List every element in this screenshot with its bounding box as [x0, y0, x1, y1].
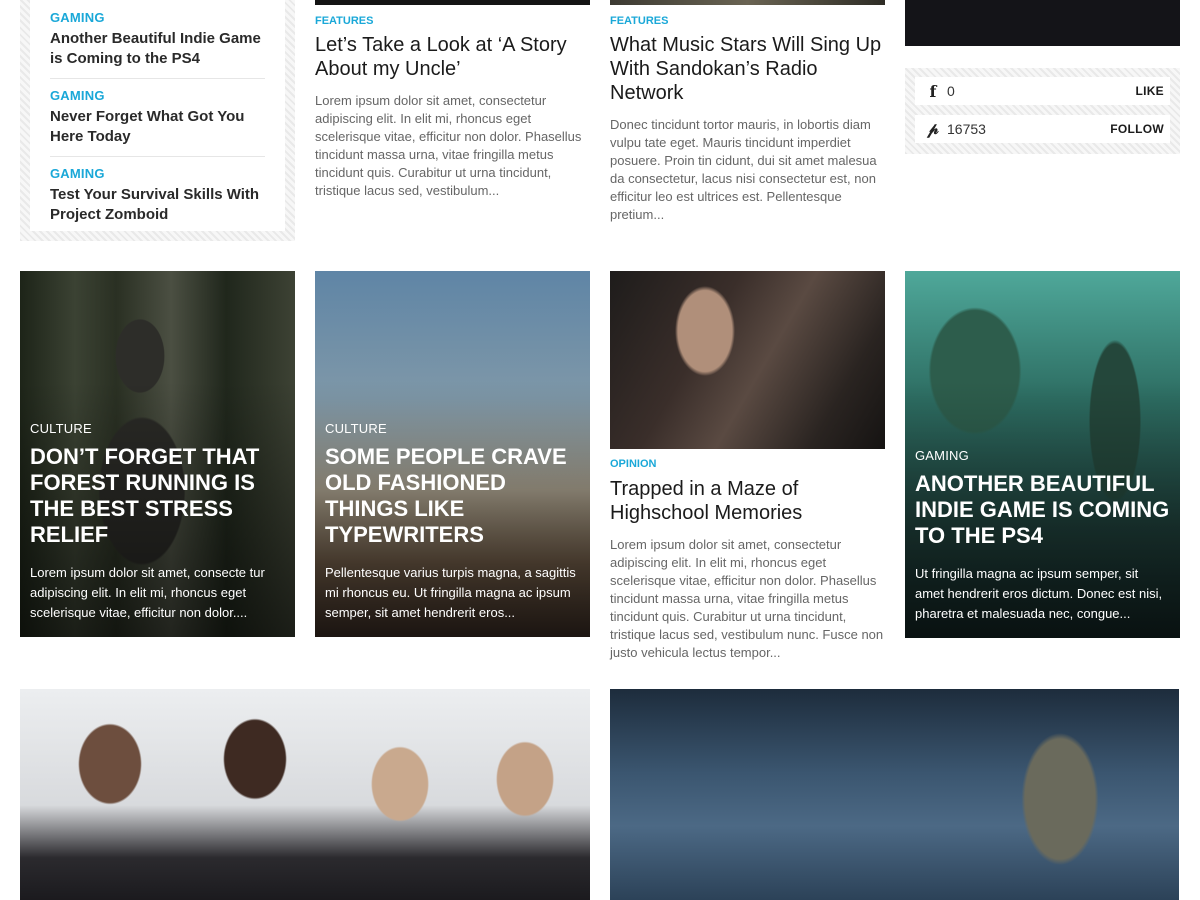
facebook-icon: f — [929, 81, 937, 101]
article-excerpt: Pellentesque varius turpis magna, a sagi… — [325, 565, 576, 620]
article-excerpt: Lorem ipsum dolor sit amet, consectetur … — [610, 537, 884, 660]
category-link[interactable]: GAMING — [915, 448, 1170, 463]
social-counter-widget: f 0 LIKE 𝓅 16753 FOLLOW — [905, 68, 1180, 154]
article-card: FEATURES Let’s Take a Look at ‘A Story A… — [315, 0, 590, 200]
post-title-link[interactable]: Never Forget What Got You Here Today — [50, 108, 244, 145]
article-title-link[interactable]: What Music Stars Will Sing Up With Sando… — [610, 34, 881, 104]
like-button[interactable]: LIKE — [1135, 84, 1164, 98]
article-card: OPINION Trapped in a Maze of Highschool … — [610, 271, 885, 662]
category-link[interactable]: FEATURES — [610, 15, 885, 27]
article-card: FEATURES What Music Stars Will Sing Up W… — [610, 0, 885, 224]
list-item[interactable]: GAMING Another Beautiful Indie Game is C… — [50, 10, 265, 79]
post-title-link[interactable]: Test Your Survival Skills With Project Z… — [50, 186, 259, 223]
article-title-link[interactable]: Trapped in a Maze of Highschool Memories — [610, 478, 802, 524]
pinterest-row[interactable]: 𝓅 16753 FOLLOW — [915, 115, 1170, 143]
article-title-link[interactable]: DON’T FORGET THAT FOREST RUNNING IS THE … — [30, 444, 259, 547]
category-link[interactable]: GAMING — [50, 10, 265, 25]
article-title-link[interactable]: SOME PEOPLE CRAVE OLD FASHIONED THINGS L… — [325, 444, 567, 547]
pinterest-icon: 𝓅 — [927, 119, 939, 138]
list-item[interactable]: GAMING Test Your Survival Skills With Pr… — [50, 157, 265, 234]
list-item[interactable]: GAMING Never Forget What Got You Here To… — [50, 79, 265, 157]
article-excerpt: Ut fringilla magna ac ipsum semper, sit … — [915, 566, 1163, 621]
pinterest-count: 16753 — [947, 121, 986, 137]
article-title-link[interactable]: ANOTHER BEAUTIFUL INDIE GAME IS COMING T… — [915, 471, 1169, 548]
article-excerpt: Donec tincidunt tortor mauris, in lobort… — [610, 117, 877, 222]
article-image[interactable] — [610, 271, 885, 449]
category-link[interactable]: GAMING — [50, 166, 265, 181]
post-list-inner: GAMING Another Beautiful Indie Game is C… — [30, 0, 285, 231]
facebook-count: 0 — [947, 83, 955, 99]
video-embed[interactable] — [905, 0, 1180, 46]
overlay-article-card[interactable]: CULTURE SOME PEOPLE CRAVE OLD FASHIONED … — [315, 271, 590, 637]
featured-image-game[interactable] — [610, 689, 1179, 900]
featured-image-band[interactable] — [20, 689, 590, 900]
article-excerpt: Lorem ipsum dolor sit amet, consectetur … — [315, 93, 582, 198]
category-link[interactable]: CULTURE — [325, 421, 580, 436]
follow-button[interactable]: FOLLOW — [1110, 122, 1164, 136]
overlay-article-card[interactable]: CULTURE DON’T FORGET THAT FOREST RUNNING… — [20, 271, 295, 637]
facebook-row[interactable]: f 0 LIKE — [915, 77, 1170, 105]
overlay-article-card[interactable]: GAMING ANOTHER BEAUTIFUL INDIE GAME IS C… — [905, 271, 1180, 638]
article-title-link[interactable]: Let’s Take a Look at ‘A Story About my U… — [315, 34, 567, 80]
article-thumbnail[interactable] — [315, 0, 590, 5]
article-excerpt: Lorem ipsum dolor sit amet, consecte tur… — [30, 565, 265, 620]
category-link[interactable]: OPINION — [610, 458, 885, 470]
category-link[interactable]: FEATURES — [315, 15, 590, 27]
post-list-widget: GAMING Another Beautiful Indie Game is C… — [20, 0, 295, 241]
article-thumbnail[interactable] — [610, 0, 885, 5]
post-title-link[interactable]: Another Beautiful Indie Game is Coming t… — [50, 30, 261, 67]
category-link[interactable]: GAMING — [50, 88, 265, 103]
category-link[interactable]: CULTURE — [30, 421, 285, 436]
